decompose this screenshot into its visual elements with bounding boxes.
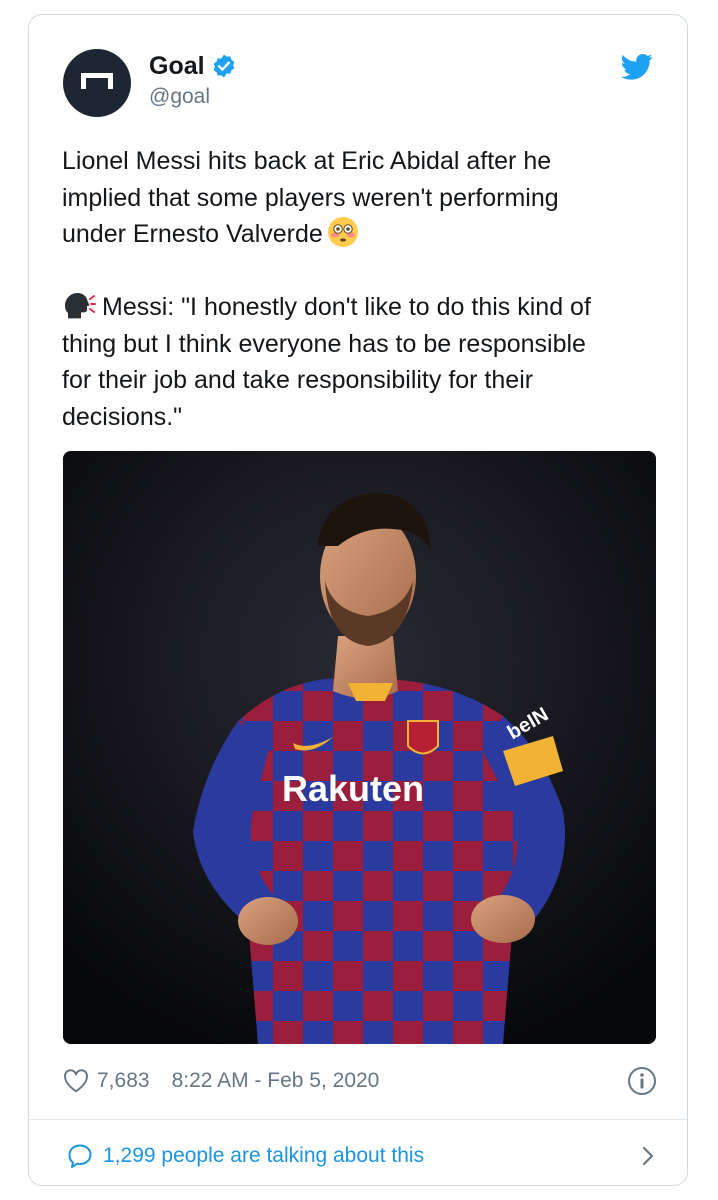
quote-text-line: thing but I think everyone has to be res… (62, 329, 586, 358)
speaking-head-emoji-icon (65, 293, 96, 319)
tweet-text: Lionel Messi hits back at Eric Abidal af… (62, 143, 652, 435)
flushed-face-emoji-icon (327, 217, 358, 247)
heart-icon[interactable] (63, 1069, 89, 1093)
jersey-shape (223, 677, 533, 1044)
tweet-card[interactable]: Goal @goal Lionel Messi hits back at Eri… (28, 14, 688, 1186)
speech-bubble-icon (68, 1144, 92, 1168)
info-icon[interactable] (627, 1066, 657, 1096)
conversation-label[interactable]: 1,299 people are talking about this (103, 1144, 424, 1168)
twitter-bird-icon[interactable] (621, 53, 653, 81)
goal-logo-icon (81, 73, 113, 89)
quote-text-line: Messi: "I honestly don't like to do this… (102, 293, 591, 321)
tweet-text-line: under Ernesto Valverde (62, 220, 323, 248)
tweet-text-line: Lionel Messi hits back at Eric Abidal af… (62, 147, 552, 175)
divider (29, 1119, 687, 1120)
conversation-link[interactable]: 1,299 people are talking about this (67, 1139, 657, 1173)
quote-text-line: for their job and take responsibility fo… (62, 366, 534, 394)
verified-badge-icon (213, 54, 234, 78)
author-handle[interactable]: @goal (149, 85, 210, 109)
chevron-right-icon[interactable] (639, 1144, 657, 1168)
tweet-photo[interactable]: Rakuten beIN (63, 451, 656, 1044)
author-name-row: Goal (149, 51, 237, 81)
quote-text-line: decisions." (62, 402, 183, 431)
tweet-meta-row: 7,683 8:22 AM - Feb 5, 2020 (63, 1065, 657, 1097)
sponsor-text: Rakuten (282, 768, 424, 809)
tweet-timestamp[interactable]: 8:22 AM - Feb 5, 2020 (172, 1069, 380, 1093)
like-count[interactable]: 7,683 (97, 1069, 150, 1093)
tweet-text-line: implied that some players weren't perfor… (62, 183, 559, 212)
player-photo-illustration: Rakuten beIN (63, 451, 656, 1044)
author-display-name[interactable]: Goal (149, 52, 205, 81)
right-hand-shape (471, 895, 535, 943)
avatar[interactable] (63, 49, 131, 117)
club-crest-shape (407, 720, 439, 755)
left-hand-shape (238, 897, 298, 945)
